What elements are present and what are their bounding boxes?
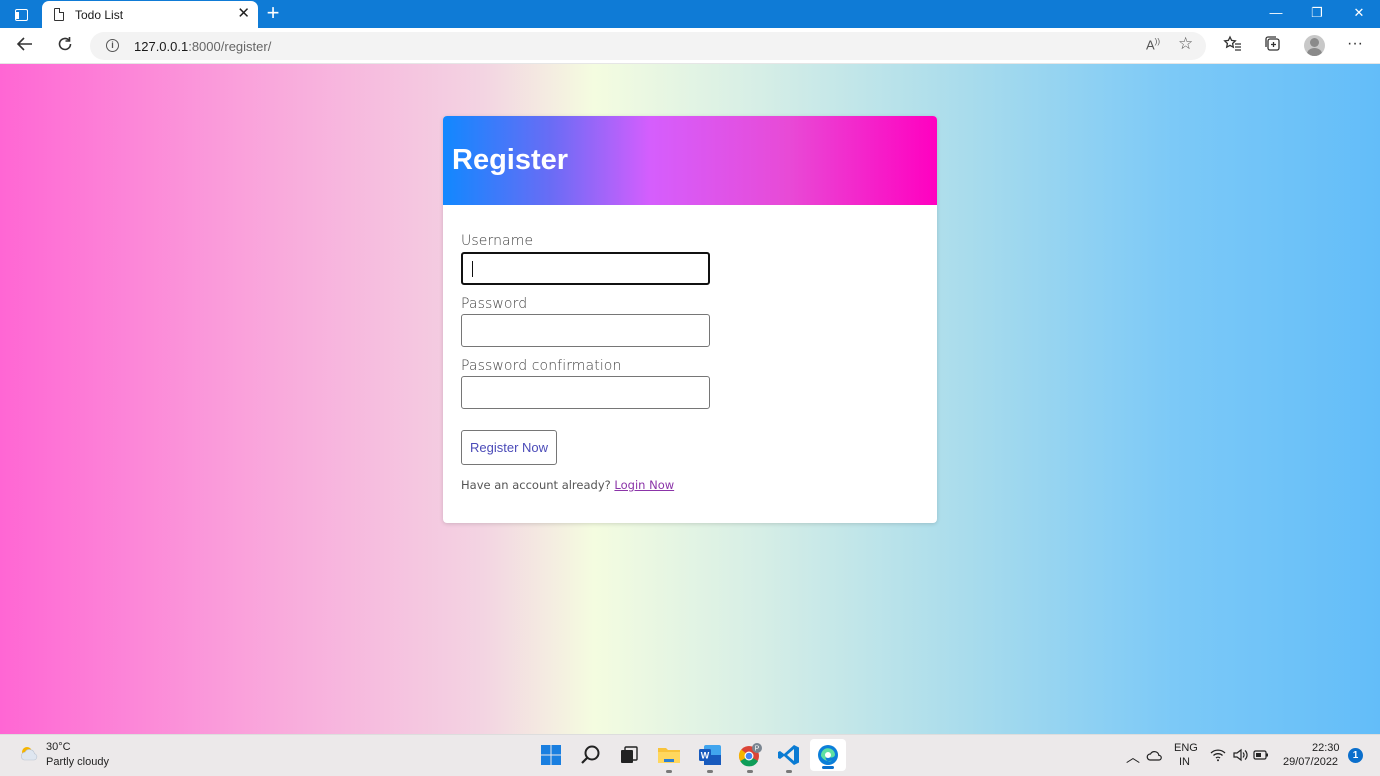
task-view-icon — [621, 746, 638, 763]
edge-icon — [818, 745, 838, 765]
password-input[interactable] — [461, 314, 710, 347]
task-view-button[interactable] — [616, 742, 642, 768]
register-now-button[interactable]: Register Now — [461, 430, 557, 465]
partly-cloudy-icon[interactable] — [18, 743, 40, 765]
add-favorite-icon[interactable]: ☆ — [1178, 34, 1193, 54]
file-explorer-button[interactable] — [656, 742, 682, 773]
browser-tab-strip: Todo List ✕ + — ❐ ✕ — [0, 0, 1380, 29]
tab-title: Todo List — [75, 8, 124, 22]
site-info-icon[interactable]: i — [106, 39, 119, 52]
battery-icon[interactable] — [1253, 750, 1269, 760]
collections-icon — [1265, 36, 1280, 51]
clock-date[interactable]: 29/07/2022 — [1283, 756, 1338, 768]
back-arrow-icon — [16, 37, 32, 51]
username-label: Username — [461, 233, 534, 249]
password-confirmation-input[interactable] — [461, 376, 710, 409]
profile-avatar[interactable] — [1304, 35, 1325, 56]
register-card: Register Username Password Password conf… — [443, 116, 937, 523]
page-favicon-icon — [54, 8, 64, 21]
tab-actions-icon — [14, 9, 28, 21]
card-header: Register — [443, 116, 937, 205]
weather-description[interactable]: Partly cloudy — [46, 756, 109, 768]
start-icon — [541, 745, 561, 765]
weather-temperature[interactable]: 30°C — [46, 741, 71, 753]
refresh-icon — [58, 37, 72, 51]
window-minimize-button[interactable]: — — [1266, 5, 1286, 21]
favorites-icon — [1223, 35, 1241, 51]
file-explorer-icon — [658, 748, 680, 763]
tab-actions-button[interactable] — [8, 5, 34, 25]
vscode-icon — [778, 745, 799, 765]
svg-text:P: P — [755, 746, 760, 753]
password-confirmation-label: Password confirmation — [461, 358, 622, 374]
notification-badge[interactable]: 1 — [1348, 748, 1363, 763]
settings-more-button[interactable]: ··· — [1344, 33, 1366, 55]
word-icon: W — [699, 745, 721, 765]
username-input[interactable] — [461, 252, 710, 285]
login-now-link[interactable]: Login Now — [614, 478, 674, 492]
window-close-button[interactable]: ✕ — [1349, 5, 1369, 21]
new-tab-button[interactable]: + — [262, 2, 284, 24]
svg-text:W: W — [701, 751, 710, 761]
clock-time[interactable]: 22:30 — [1312, 742, 1340, 754]
onedrive-cloud-icon[interactable] — [1146, 749, 1162, 761]
page-background: Register Username Password Password conf… — [0, 64, 1380, 734]
edge-button[interactable] — [810, 739, 846, 771]
show-hidden-icons-chevron-icon[interactable]: ︿ — [1126, 747, 1140, 767]
window-restore-button[interactable]: ❐ — [1307, 5, 1327, 21]
password-label: Password — [461, 296, 528, 312]
volume-icon[interactable] — [1232, 748, 1248, 762]
text-caret — [472, 261, 473, 277]
favorites-button[interactable] — [1222, 35, 1244, 57]
browser-toolbar: i 127.0.0.1:8000/register/ A)) ☆ ··· — [0, 28, 1380, 64]
refresh-button[interactable] — [54, 35, 76, 57]
address-bar[interactable]: i 127.0.0.1:8000/register/ A)) ☆ — [90, 32, 1206, 60]
address-url[interactable]: 127.0.0.1:8000/register/ — [134, 39, 271, 54]
browser-tab[interactable]: Todo List ✕ — [42, 1, 258, 29]
search-icon — [581, 745, 600, 764]
windows-taskbar: 30°C Partly cloudy W P ︿ ENG IN 22:30 29… — [0, 734, 1380, 776]
wifi-icon[interactable] — [1210, 748, 1226, 762]
page-title: Register — [452, 144, 569, 176]
language-indicator[interactable]: ENG — [1174, 742, 1198, 754]
chrome-button[interactable]: P — [737, 742, 763, 773]
tab-close-button[interactable]: ✕ — [237, 6, 250, 22]
vscode-button[interactable] — [776, 742, 802, 773]
login-helper: Have an account already? Login Now — [461, 478, 675, 492]
language-region[interactable]: IN — [1179, 756, 1190, 768]
word-button[interactable]: W — [697, 742, 723, 773]
back-button[interactable] — [14, 35, 36, 57]
chrome-icon: P — [738, 743, 762, 767]
read-aloud-icon[interactable]: A)) — [1146, 37, 1160, 52]
collections-button[interactable] — [1262, 35, 1284, 57]
search-button[interactable] — [578, 742, 604, 768]
start-button[interactable] — [538, 742, 564, 768]
